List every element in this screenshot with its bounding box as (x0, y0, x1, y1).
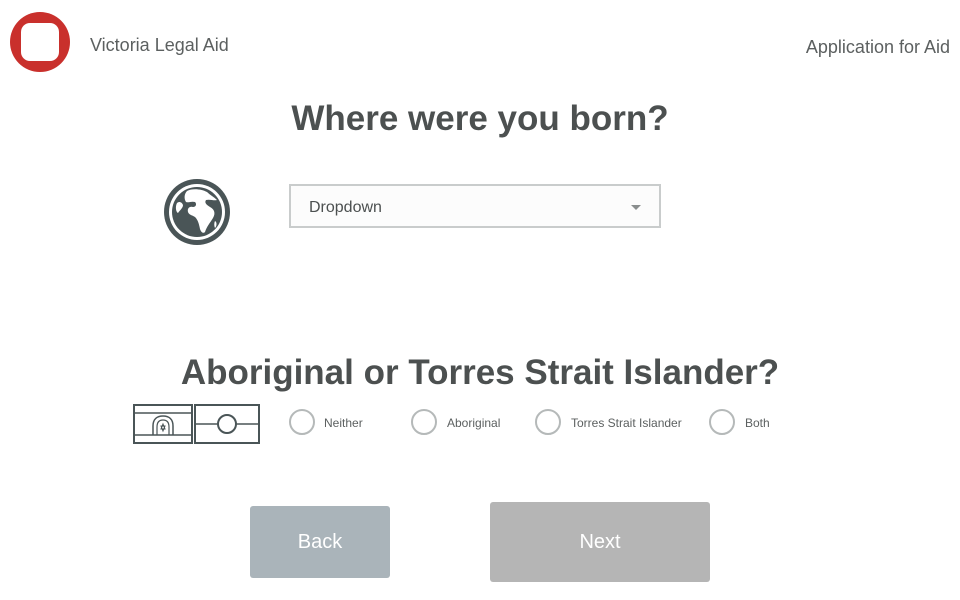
indigenous-flags-icon (133, 404, 260, 444)
globe-icon (164, 179, 230, 245)
radio-label-aboriginal: Aboriginal (447, 416, 501, 430)
logo-inner-square (21, 23, 59, 61)
radio-button-both[interactable] (709, 409, 735, 435)
radio-option-neither[interactable]: Neither (289, 409, 369, 437)
org-name: Victoria Legal Aid (90, 35, 229, 55)
radio-option-aboriginal[interactable]: Aboriginal (411, 409, 507, 437)
birthplace-question: Where were you born? (291, 99, 669, 138)
app-title: Application for Aid (805, 37, 950, 57)
dropdown-value: Dropdown (309, 199, 382, 216)
radio-option-torres-strait-islander[interactable]: Torres Strait Islander (535, 409, 690, 437)
radio-option-both[interactable]: Both (709, 409, 774, 437)
radio-button-aboriginal[interactable] (411, 409, 437, 435)
radio-label-neither: Neither (324, 416, 363, 430)
radio-label-torres-strait-islander: Torres Strait Islander (571, 416, 682, 430)
vla-logo-icon (10, 12, 70, 72)
back-button[interactable]: Back (250, 506, 390, 578)
next-button[interactable]: Next (490, 502, 710, 582)
birthplace-dropdown[interactable]: Dropdown (289, 184, 661, 228)
radio-button-neither[interactable] (289, 409, 315, 435)
radio-label-both: Both (745, 416, 770, 430)
indigenous-question: Aboriginal or Torres Strait Islander? (180, 353, 780, 392)
chevron-down-icon (631, 205, 641, 210)
radio-button-torres-strait-islander[interactable] (535, 409, 561, 435)
